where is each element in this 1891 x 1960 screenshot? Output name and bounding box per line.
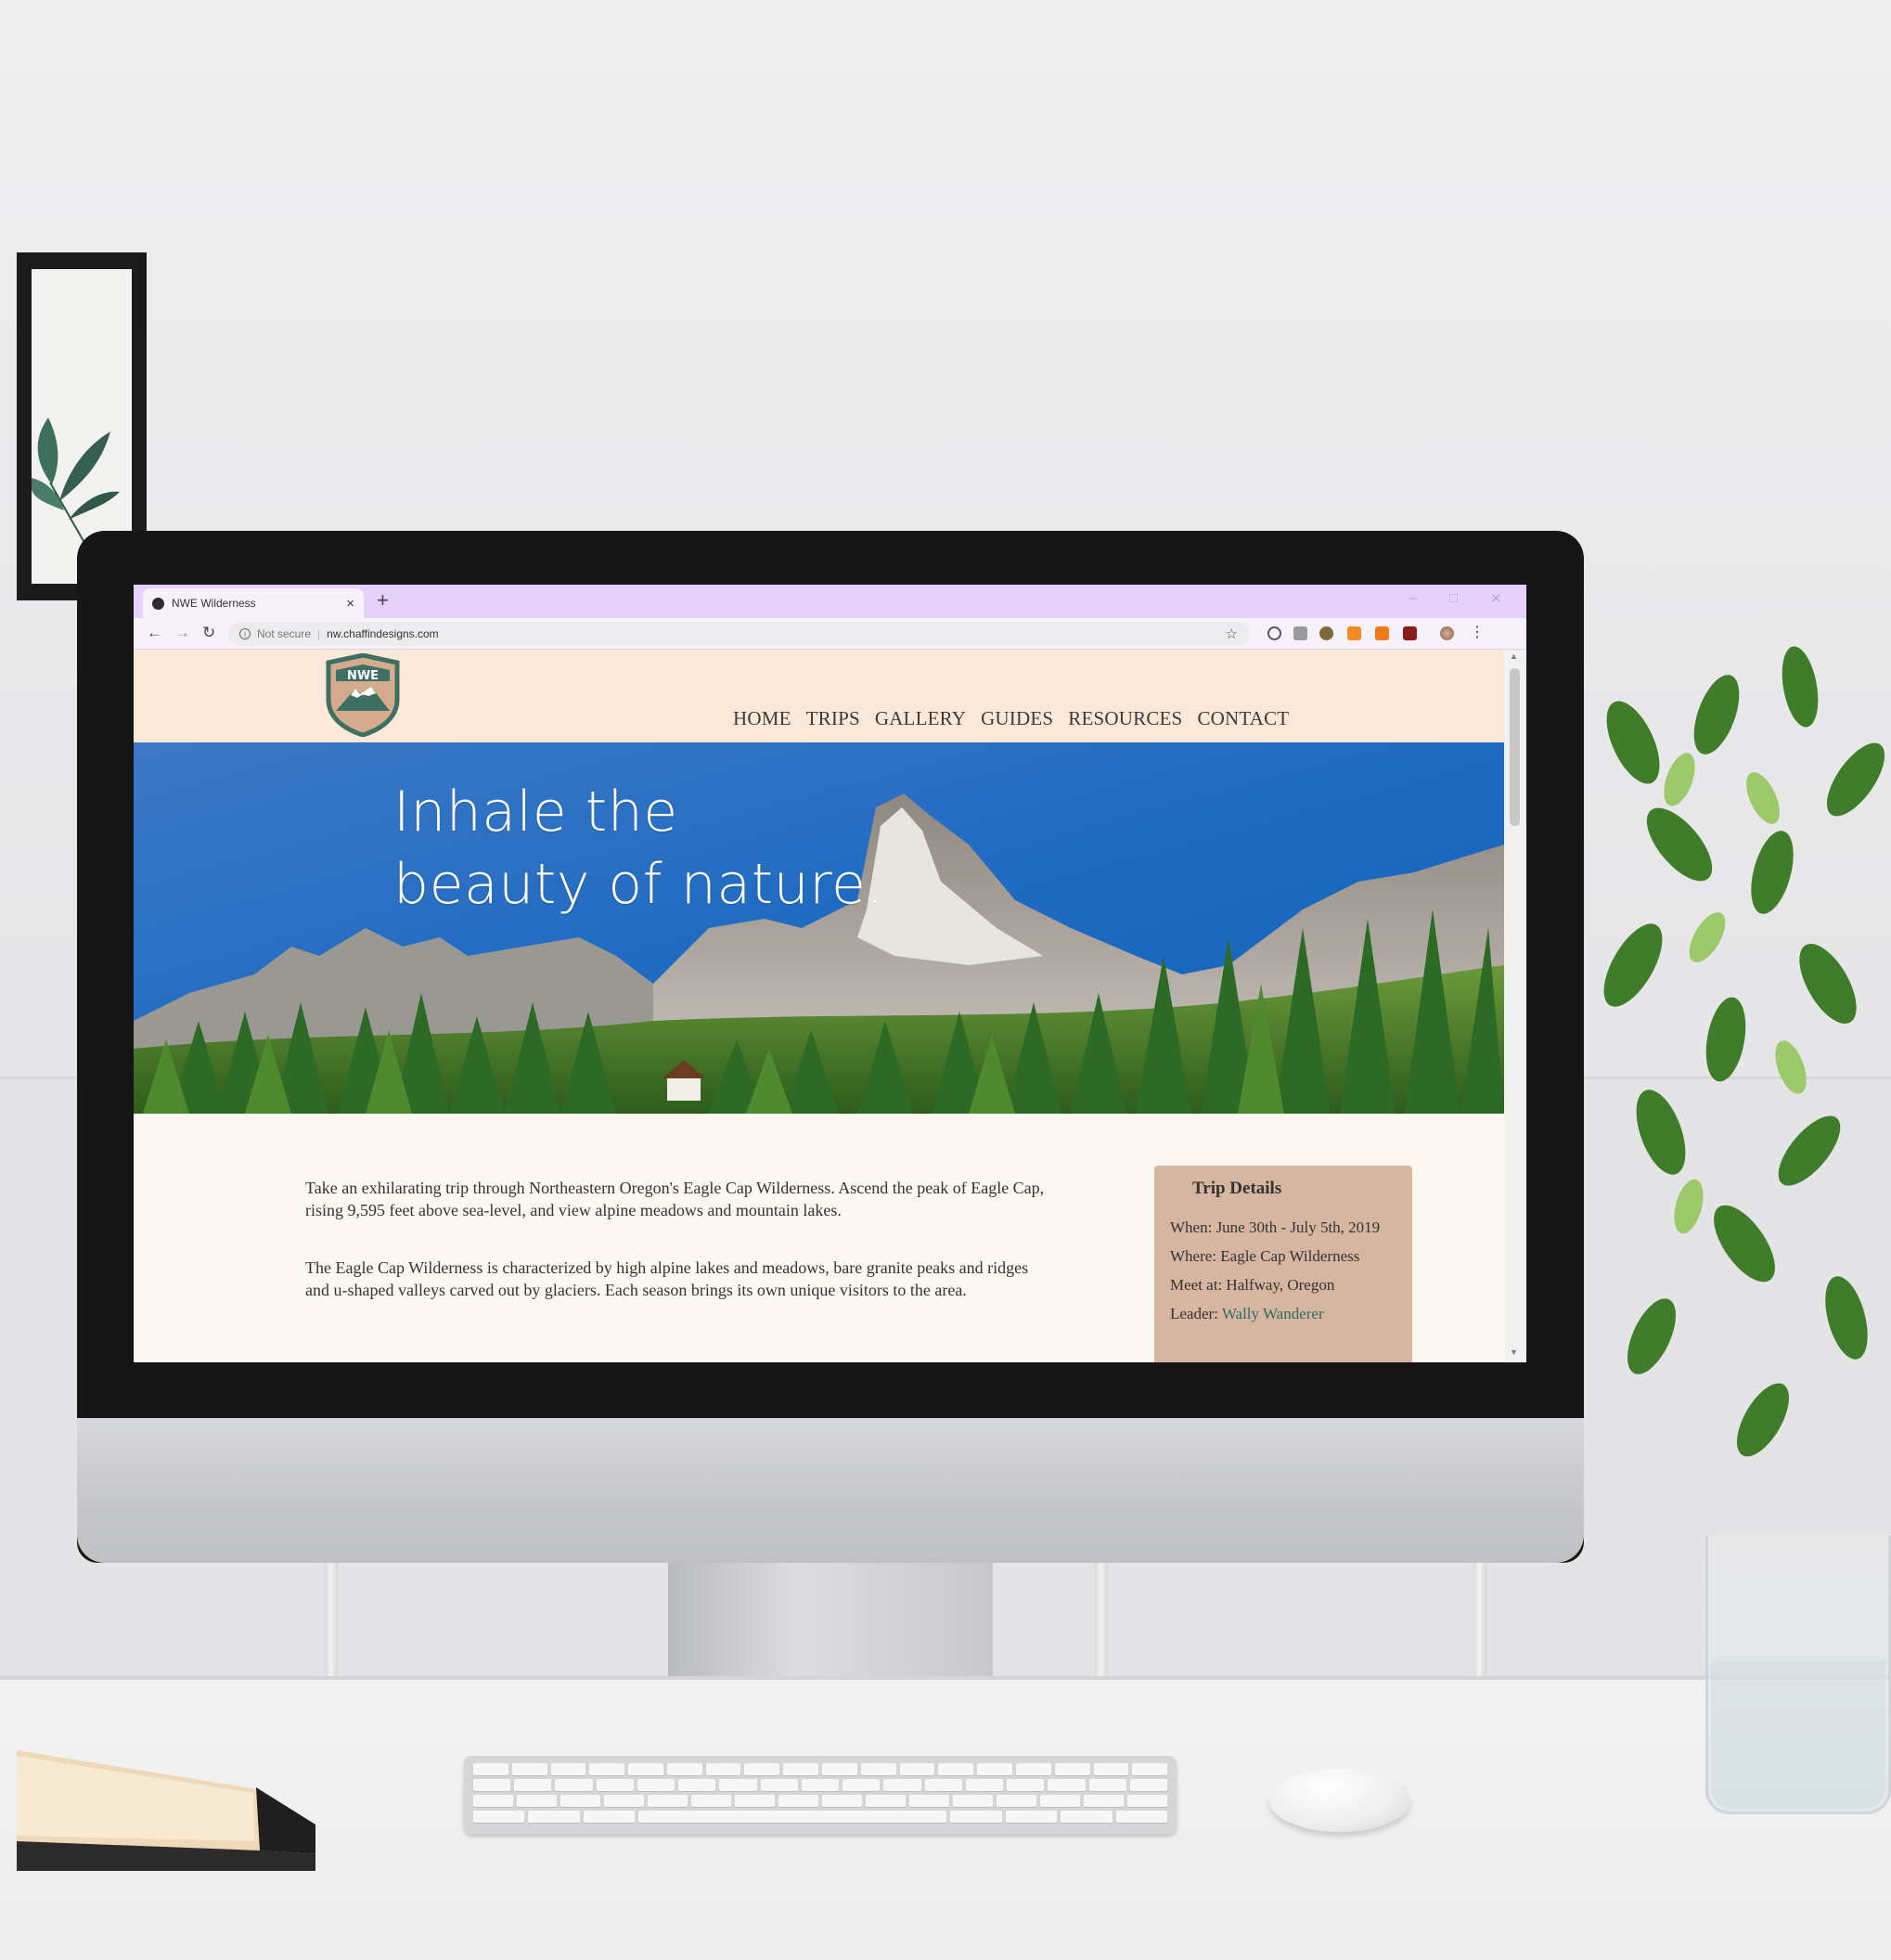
water-glass-image [1705,1536,1891,1814]
menu-dots-icon[interactable]: ⋮ [1470,623,1485,641]
description-paragraph: The Eagle Cap Wilderness is characterize… [305,1258,1029,1299]
glass-water [1711,1660,1885,1809]
maximize-icon[interactable]: □ [1449,590,1458,606]
profile-avatar[interactable] [1440,626,1454,640]
forward-arrow-icon[interactable]: → [174,624,190,642]
trip-leader: Leader: Wally Wanderer [1170,1304,1396,1323]
new-tab-icon[interactable]: + [377,588,389,612]
browser-tab-bar: NWE Wilderness × + – □ ✕ [134,585,1526,618]
trip-leader-label: Leader: [1170,1305,1222,1322]
main-navigation: HOME TRIPS GALLERY GUIDES RESOURCES CONT… [733,707,1289,730]
hero-banner: Inhale the beauty of nature. [134,742,1504,1114]
main-content: Take an exhilarating trip through Northe… [134,1114,1504,1362]
coin-extension-icon[interactable] [1319,626,1333,640]
reload-icon[interactable]: ↻ [202,624,215,642]
nav-home[interactable]: HOME [733,707,791,730]
address-bar[interactable]: i Not secure | nw.chaffindesigns.com ☆ [228,622,1249,646]
bookmark-star-icon[interactable]: ☆ [1226,625,1238,642]
hero-headline: Inhale the beauty of nature. [393,776,884,921]
scroll-up-icon[interactable]: ▲ [1510,651,1518,661]
globe-favicon-icon [152,597,164,610]
nav-resources[interactable]: RESOURCES [1068,707,1182,730]
info-icon[interactable]: i [239,628,251,639]
browser-window: NWE Wilderness × + – □ ✕ ← → ↻ i Not sec… [134,585,1526,1362]
monitor-chin [77,1418,1584,1563]
intro-paragraph: Take an exhilarating trip through Northe… [305,1179,1045,1219]
close-tab-icon[interactable]: × [346,596,354,612]
nav-gallery[interactable]: GALLERY [875,707,966,730]
nav-contact[interactable]: CONTACT [1197,707,1289,730]
hero-line-1: Inhale the [393,780,678,845]
trip-details-card: Trip Details When: June 30th - July 5th,… [1154,1166,1412,1362]
block-extension-icon[interactable] [1267,626,1281,640]
orange-extension-icon[interactable] [1347,626,1361,640]
trip-when: When: June 30th - July 5th, 2019 [1170,1219,1381,1236]
security-status: Not secure [257,627,312,640]
trip-where: Where: Eagle Cap Wilderness [1170,1247,1360,1265]
page-scrollbar[interactable]: ▲ ▼ [1504,650,1526,1362]
mouse-image [1269,1769,1410,1832]
scroll-down-icon[interactable]: ▼ [1510,1348,1518,1357]
browser-tab[interactable]: NWE Wilderness × [143,588,364,618]
site-header: NWE HOME TRIPS GALLERY GUIDES RESOURCES … [134,650,1504,742]
nav-trips[interactable]: TRIPS [806,707,860,730]
window-close-icon[interactable]: ✕ [1490,590,1502,607]
logo-text: NWE [347,669,379,683]
leader-link[interactable]: Wally Wanderer [1222,1305,1324,1322]
trip-meet: Meet at: Halfway, Oregon [1170,1276,1335,1294]
pdf-extension-icon[interactable] [1403,626,1417,640]
browser-toolbar: ← → ↻ i Not secure | nw.chaffindesigns.c… [134,618,1526,650]
tab-title: NWE Wilderness [172,597,256,610]
nwe-logo-shield-icon[interactable]: NWE [325,653,401,737]
translate-extension-icon[interactable] [1293,626,1307,640]
open-book-image [17,1750,315,1871]
scroll-thumb[interactable] [1510,668,1520,826]
hero-line-2: beauty of nature. [393,852,884,917]
rss-extension-icon[interactable] [1375,626,1389,640]
url-text[interactable]: nw.chaffindesigns.com [327,627,439,640]
keyboard-image [464,1756,1177,1834]
back-arrow-icon[interactable]: ← [147,624,162,642]
nav-guides[interactable]: GUIDES [981,707,1053,730]
url-separator: | [317,627,321,640]
minimize-icon[interactable]: – [1409,590,1417,606]
trip-details-title: Trip Details [1192,1179,1282,1198]
